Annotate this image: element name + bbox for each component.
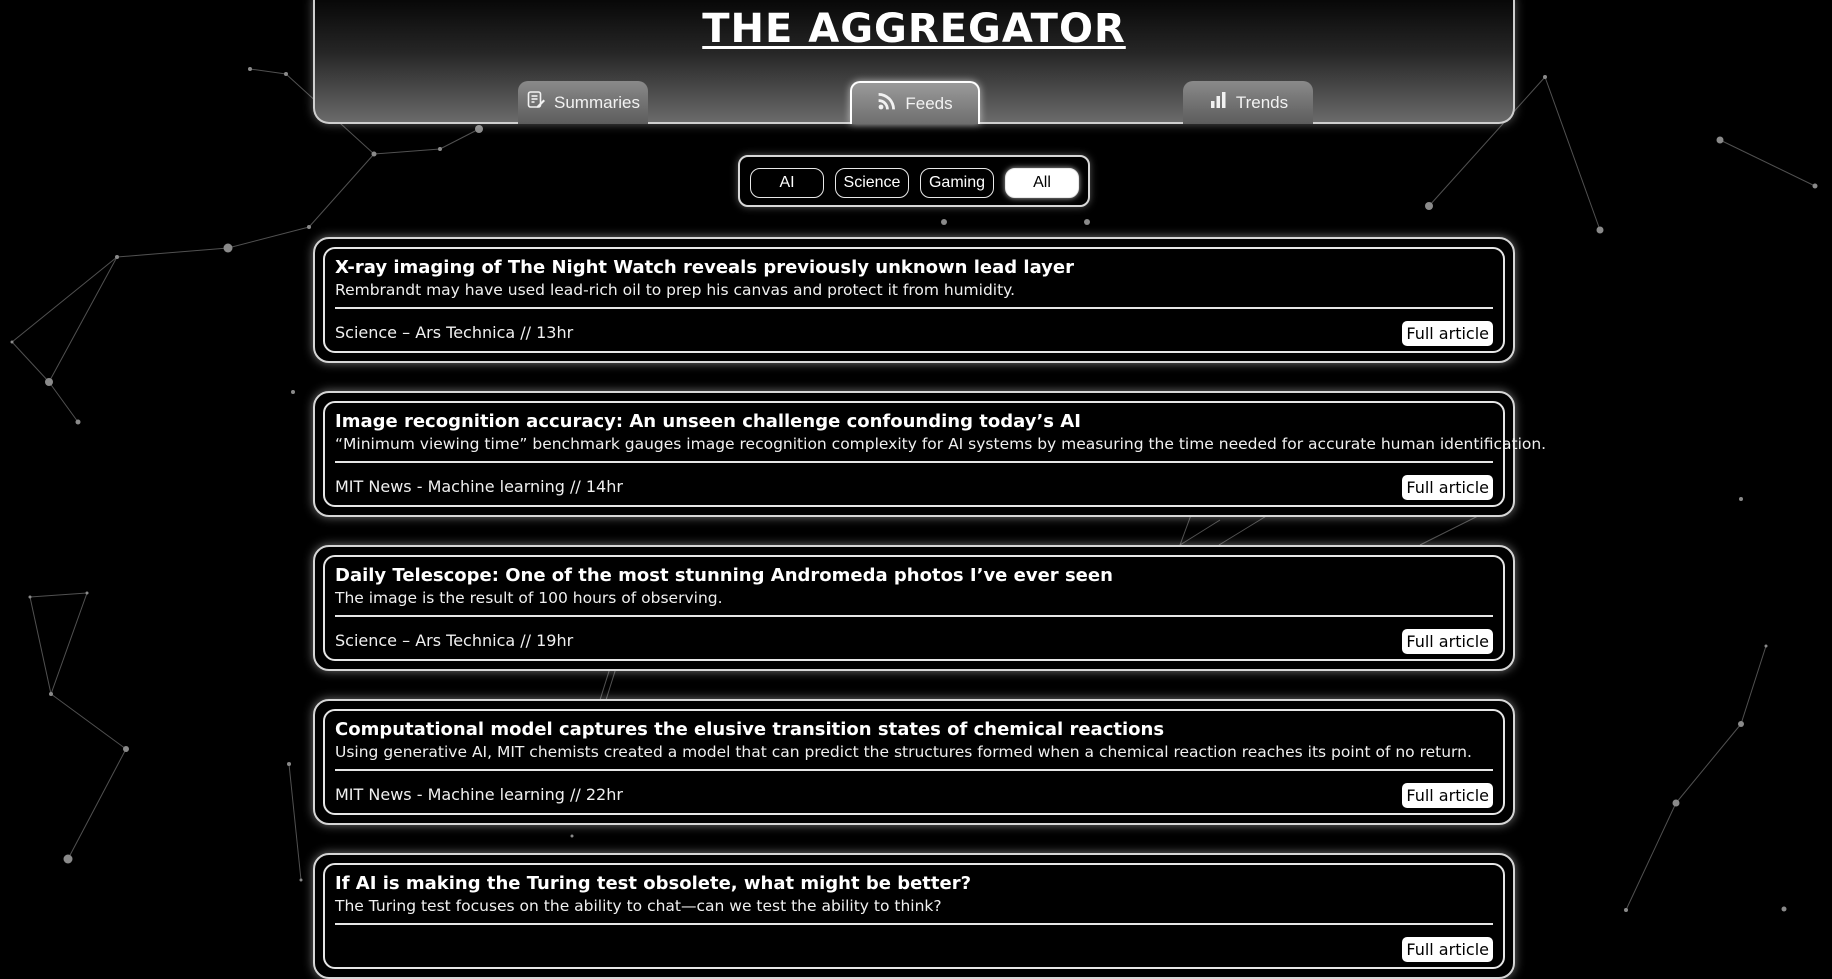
full-article-button[interactable]: Full article — [1402, 475, 1493, 500]
article-card: Daily Telescope: One of the most stunnin… — [313, 545, 1515, 671]
article-source: Science – Ars Technica // 19hr — [335, 631, 574, 650]
article-source: MIT News - Machine learning // 14hr — [335, 477, 623, 496]
article-card-inner: Image recognition accuracy: An unseen ch… — [323, 401, 1546, 507]
category-filter-bar: AI Science Gaming All — [738, 155, 1090, 207]
article-summary: The image is the result of 100 hours of … — [335, 589, 723, 607]
article-summary: “Minimum viewing time” benchmark gauges … — [335, 435, 1547, 453]
article-source: Science – Ars Technica // 13hr — [335, 323, 574, 342]
tab-trends[interactable]: Trends — [1183, 81, 1313, 124]
article-title: If AI is making the Turing test obsolete… — [335, 873, 972, 894]
full-article-button[interactable]: Full article — [1402, 629, 1493, 654]
app-title: THE AGGREGATOR — [702, 6, 1126, 52]
article-divider — [335, 923, 1493, 925]
article-divider — [335, 615, 1493, 617]
article-card: If AI is making the Turing test obsolete… — [313, 853, 1515, 979]
article-card-inner: Daily Telescope: One of the most stunnin… — [323, 555, 1505, 661]
summary-icon — [526, 90, 546, 115]
article-title: X-ray imaging of The Night Watch reveals… — [335, 257, 1075, 278]
rss-icon — [877, 91, 897, 116]
app-header: THE AGGREGATOR Summaries Feeds Trends — [313, 0, 1515, 124]
article-card: X-ray imaging of The Night Watch reveals… — [313, 237, 1515, 363]
tab-summaries[interactable]: Summaries — [518, 81, 648, 124]
full-article-button[interactable]: Full article — [1402, 937, 1493, 962]
article-summary: Rembrandt may have used lead-rich oil to… — [335, 281, 1016, 299]
article-card: Computational model captures the elusive… — [313, 699, 1515, 825]
filter-gaming-button[interactable]: Gaming — [920, 168, 994, 198]
article-source: MIT News - Machine learning // 22hr — [335, 785, 623, 804]
bar-chart-icon — [1208, 90, 1228, 115]
article-title: Image recognition accuracy: An unseen ch… — [335, 411, 1081, 432]
article-title: Daily Telescope: One of the most stunnin… — [335, 565, 1113, 586]
filter-science-button[interactable]: Science — [835, 168, 909, 198]
article-summary: The Turing test focuses on the ability t… — [335, 897, 942, 915]
article-card-inner: If AI is making the Turing test obsolete… — [323, 863, 1505, 969]
full-article-button[interactable]: Full article — [1402, 783, 1493, 808]
article-card-inner: Computational model captures the elusive… — [323, 709, 1505, 815]
tab-feeds-label: Feeds — [905, 93, 953, 113]
article-summary: Using generative AI, MIT chemists create… — [335, 743, 1472, 761]
filter-all-button[interactable]: All — [1005, 168, 1079, 198]
tab-feeds[interactable]: Feeds — [850, 81, 980, 124]
article-card: Image recognition accuracy: An unseen ch… — [313, 391, 1546, 517]
article-card-inner: X-ray imaging of The Night Watch reveals… — [323, 247, 1505, 353]
tab-summaries-label: Summaries — [554, 92, 640, 112]
article-divider — [335, 307, 1493, 309]
article-divider — [335, 769, 1493, 771]
article-title: Computational model captures the elusive… — [335, 719, 1165, 740]
article-divider — [335, 461, 1493, 463]
tab-trends-label: Trends — [1235, 92, 1289, 112]
filter-ai-button[interactable]: AI — [750, 168, 824, 198]
full-article-button[interactable]: Full article — [1402, 321, 1493, 346]
